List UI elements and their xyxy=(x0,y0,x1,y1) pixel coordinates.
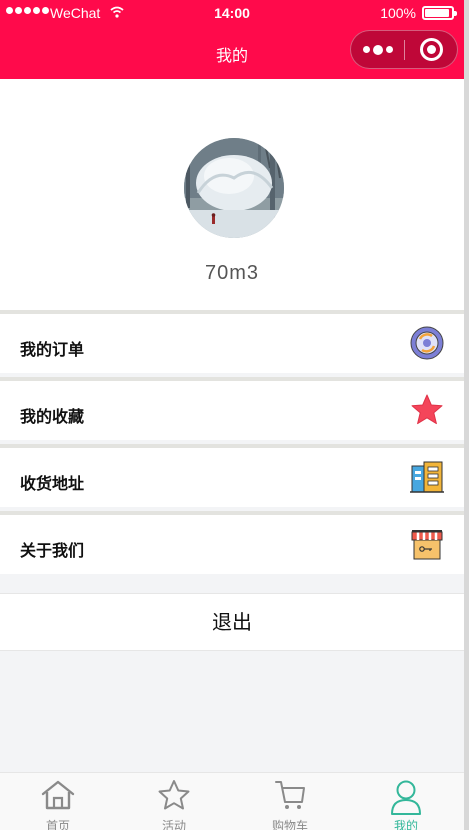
scroll-edge xyxy=(464,0,469,830)
home-icon xyxy=(41,780,75,810)
logout-button[interactable]: 退出 xyxy=(0,593,464,651)
tab-home[interactable]: 首页 xyxy=(0,773,116,830)
menu-item-about[interactable]: 关于我们 xyxy=(0,511,464,574)
user-icon xyxy=(391,780,421,815)
avatar[interactable] xyxy=(184,138,284,238)
star-outline-icon xyxy=(158,780,190,810)
status-bar: WeChat 14:00 100% xyxy=(0,0,464,28)
tab-label: 我的 xyxy=(393,819,418,830)
tab-activity[interactable]: 活动 xyxy=(116,773,232,830)
menu-item-label: 我的收藏 xyxy=(20,409,85,426)
tab-bar: 首页 活动 购物车 我的 xyxy=(0,772,464,830)
battery-icon xyxy=(422,6,457,20)
orders-icon xyxy=(410,326,444,360)
tab-label: 首页 xyxy=(45,819,70,830)
battery-percent: 100% xyxy=(380,5,416,21)
menu-item-address[interactable]: 收货地址 xyxy=(0,444,464,507)
building-icon xyxy=(410,461,444,493)
tab-label: 购物车 xyxy=(271,819,308,830)
close-miniprogram-button[interactable] xyxy=(420,38,443,61)
capsule-divider xyxy=(404,40,405,60)
tab-label: 活动 xyxy=(161,819,186,830)
menu-item-label: 收货地址 xyxy=(20,476,85,493)
miniprogram-capsule xyxy=(350,30,458,69)
menu-item-favorites[interactable]: 我的收藏 xyxy=(0,377,464,440)
more-options-button[interactable] xyxy=(351,31,404,68)
page: WeChat 14:00 100% 我的 70m3 我的订单 我的收藏 收货地址… xyxy=(0,0,464,830)
tab-mine[interactable]: 我的 xyxy=(348,773,464,830)
header: WeChat 14:00 100% 我的 xyxy=(0,0,464,79)
menu-item-label: 关于我们 xyxy=(20,543,85,560)
profile-card: 70m3 xyxy=(0,79,464,310)
menu-item-orders[interactable]: 我的订单 xyxy=(0,310,464,373)
tab-cart[interactable]: 购物车 xyxy=(232,773,348,830)
cart-icon xyxy=(275,781,305,809)
username: 70m3 xyxy=(204,262,260,284)
menu-item-label: 我的订单 xyxy=(20,342,85,359)
star-icon xyxy=(411,394,443,425)
shop-icon xyxy=(411,530,443,560)
logout-label: 退出 xyxy=(212,612,252,634)
